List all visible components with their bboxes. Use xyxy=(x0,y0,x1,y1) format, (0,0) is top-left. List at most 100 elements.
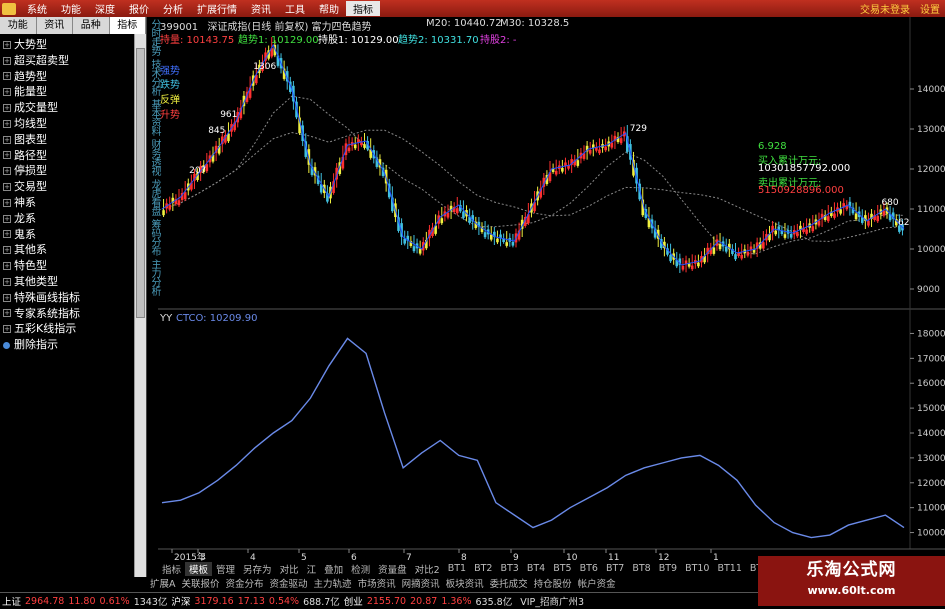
expand-icon[interactable]: + xyxy=(3,183,11,192)
tree-item[interactable]: + 神系 xyxy=(0,195,134,211)
tree-item[interactable]: + 特色型 xyxy=(0,258,134,274)
indicator-tab[interactable]: BT2 xyxy=(470,563,496,574)
extension-tab[interactable]: 委托成交 xyxy=(487,576,531,590)
tab-variety[interactable]: 品种 xyxy=(73,17,110,34)
expand-icon[interactable]: + xyxy=(3,88,11,97)
tree-item[interactable]: + 龙系 xyxy=(0,211,134,227)
menu-item[interactable]: 帮助 xyxy=(312,1,346,16)
cy-index-pct: 1.36% xyxy=(441,595,472,607)
extension-tab[interactable]: 帐户资金 xyxy=(575,576,619,590)
tree-item[interactable]: + 图表型 xyxy=(0,132,134,148)
indicator-tab[interactable]: BT10 xyxy=(681,563,713,574)
tab-news[interactable]: 资讯 xyxy=(37,17,73,34)
tree-item[interactable]: + 五彩K线指示 xyxy=(0,321,134,337)
menu-item[interactable]: 深度 xyxy=(88,1,122,16)
chart-annotation: 1306 xyxy=(253,62,276,72)
tree-item[interactable]: + 特殊画线指标 xyxy=(0,290,134,306)
indicator-tab[interactable]: BT3 xyxy=(496,563,522,574)
expand-icon[interactable]: + xyxy=(3,151,11,160)
expand-icon[interactable]: + xyxy=(3,40,11,49)
indicator-panel: 功能 资讯 品种 指标 + 大势型 + 超买超卖型 + 趋势型 + 能量型 + 成交量型 + 均线型 +… xyxy=(0,17,147,577)
indicator-tab[interactable]: 另存为 xyxy=(239,562,276,576)
tree-item[interactable]: + 均线型 xyxy=(0,116,134,132)
indicator-tab[interactable]: 江 xyxy=(303,562,321,576)
indicator-tab[interactable]: BT5 xyxy=(549,563,575,574)
tree-item[interactable]: + 专家系统指标 xyxy=(0,306,134,322)
tree-item[interactable]: + 停损型 xyxy=(0,163,134,179)
expand-icon[interactable]: + xyxy=(3,214,11,223)
tree-item-label: 神系 xyxy=(14,195,36,209)
tree-item[interactable]: + 其他系 xyxy=(0,242,134,258)
indicator-tab[interactable]: 检测 xyxy=(347,562,374,576)
indicator-tab[interactable]: 对比 xyxy=(276,562,303,576)
expand-icon[interactable]: + xyxy=(3,167,11,176)
expand-icon[interactable]: + xyxy=(3,198,11,207)
tree-item[interactable]: + 趋势型 xyxy=(0,69,134,85)
indicator-tree-scrollbar[interactable] xyxy=(134,34,146,577)
menu-item[interactable]: 报价 xyxy=(122,1,156,16)
expand-icon[interactable]: + xyxy=(3,309,11,318)
chart-canvas[interactable]: 14000 13000 12000 11000 10000 9000 1306 961 845 2… xyxy=(158,17,945,562)
chart-area[interactable]: 14000 13000 12000 11000 10000 9000 1306 961 845 2… xyxy=(158,17,945,562)
menu-item[interactable]: 分析 xyxy=(156,1,190,16)
menu-item[interactable]: 工具 xyxy=(278,1,312,16)
tab-indicator[interactable]: 指标 xyxy=(109,17,146,34)
tree-item[interactable]: + 能量型 xyxy=(0,84,134,100)
trade-login-status[interactable]: 交易未登录 xyxy=(855,1,915,16)
expand-icon[interactable]: + xyxy=(3,119,11,128)
expand-icon[interactable]: + xyxy=(3,72,11,81)
extension-tab[interactable]: 主力轨迹 xyxy=(311,576,355,590)
tree-item[interactable]: + 成交量型 xyxy=(0,100,134,116)
extension-tab[interactable]: 市场资讯 xyxy=(355,576,399,590)
delete-indicator-item[interactable]: 删除指示 xyxy=(0,337,134,353)
indicator-tab[interactable]: BT11 xyxy=(713,563,745,574)
indicator-tab[interactable]: BT9 xyxy=(655,563,681,574)
extension-tab[interactable]: 关联报价 xyxy=(179,576,223,590)
menu-item-active[interactable]: 指标 xyxy=(346,1,380,16)
indicator-tab[interactable]: 指标 xyxy=(158,562,185,576)
legend-down: 跌势 xyxy=(160,80,180,91)
expand-icon[interactable]: + xyxy=(3,104,11,113)
expand-icon[interactable]: + xyxy=(3,135,11,144)
tree-item[interactable]: + 大势型 xyxy=(0,37,134,53)
extension-tab[interactable]: 板块资讯 xyxy=(443,576,487,590)
expand-icon[interactable]: + xyxy=(3,277,11,286)
settings-link[interactable]: 设置 xyxy=(915,1,945,16)
indicator-tab[interactable]: 管理 xyxy=(212,562,239,576)
expand-icon[interactable]: + xyxy=(3,325,11,334)
extension-tab[interactable]: 扩展A xyxy=(147,576,179,590)
tree-item[interactable]: + 鬼系 xyxy=(0,227,134,243)
indicator-tab[interactable]: 模板 xyxy=(185,561,213,576)
tree-item[interactable]: + 交易型 xyxy=(0,179,134,195)
indicator-tab[interactable]: 资量盘 xyxy=(374,562,411,576)
menu-item[interactable]: 系统 xyxy=(20,1,54,16)
indicator-tab[interactable]: 叠加 xyxy=(320,562,347,576)
indicator-tab[interactable]: 对比2 xyxy=(411,562,444,576)
extension-tab[interactable]: 持仓股份 xyxy=(531,576,575,590)
expand-icon[interactable]: + xyxy=(3,56,11,65)
scrollbar-thumb[interactable] xyxy=(136,48,145,318)
indicator-panel-tabs: 功能 资讯 品种 指标 xyxy=(0,17,146,34)
indicator-tab[interactable]: BT6 xyxy=(576,563,602,574)
sh-index-label: 上证 xyxy=(2,597,22,608)
extension-tab[interactable]: 资金驱动 xyxy=(267,576,311,590)
expand-icon[interactable]: + xyxy=(3,293,11,302)
indicator-tab[interactable]: BT8 xyxy=(628,563,654,574)
menu-item[interactable]: 资讯 xyxy=(244,1,278,16)
indicator-tab[interactable]: BT7 xyxy=(602,563,628,574)
expand-icon[interactable]: + xyxy=(3,246,11,255)
expand-icon[interactable]: + xyxy=(3,262,11,271)
menu-item[interactable]: 功能 xyxy=(54,1,88,16)
indicator-tab[interactable]: BT4 xyxy=(523,563,549,574)
tree-item[interactable]: + 其他类型 xyxy=(0,274,134,290)
tree-item[interactable]: + 超买超卖型 xyxy=(0,53,134,69)
menu-item[interactable]: 扩展行情 xyxy=(190,1,244,16)
extension-tab[interactable]: 网摘资讯 xyxy=(399,576,443,590)
sz-index-volume: 688.7亿 xyxy=(303,597,340,608)
indicator-tab[interactable]: BT1 xyxy=(444,563,470,574)
extension-tab[interactable]: 资金分布 xyxy=(223,576,267,590)
tab-function[interactable]: 功能 xyxy=(0,17,37,34)
expand-icon[interactable]: + xyxy=(3,230,11,239)
tree-item[interactable]: + 路径型 xyxy=(0,148,134,164)
candle-body xyxy=(724,246,728,252)
